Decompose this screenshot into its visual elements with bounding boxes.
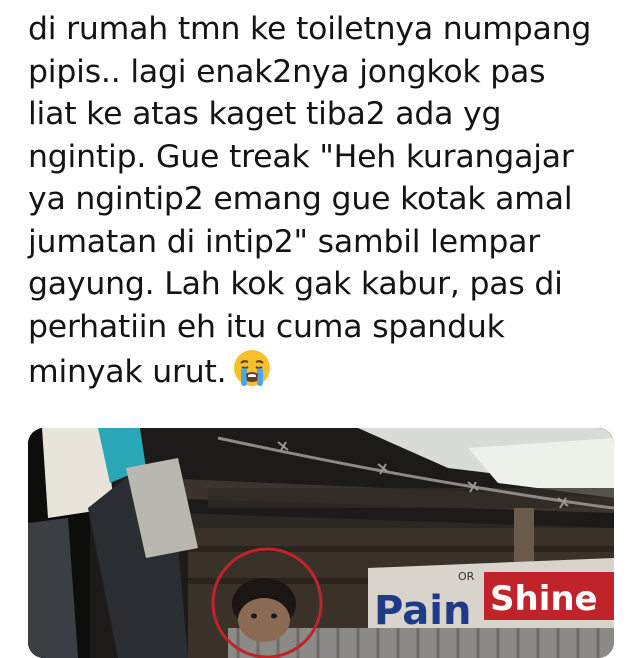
tweet-line: liat ke atas kaget tiba2 ada yg — [28, 96, 502, 132]
banner-text-small: OR — [458, 570, 475, 583]
tweet-line: jumatan di intip2" sambil lempar — [28, 223, 541, 260]
photo-scene: Pain Shine OR — [28, 428, 614, 658]
tweet-line: pipis.. lagi enak2nya jongkok pas — [28, 53, 546, 90]
tweet-last-line: minyak urut. — [28, 348, 628, 394]
tweet-photo[interactable]: Pain Shine OR — [28, 428, 614, 658]
tweet-line: minyak urut. — [28, 354, 227, 390]
tweet-text: di rumah tmn ke toiletnya numpang pipis.… — [28, 8, 628, 394]
tweet-line: ya ngintip2 emang gue kotak amal — [28, 181, 573, 217]
loudly-crying-face-icon — [232, 348, 272, 388]
banner-text-left: Pain — [374, 588, 471, 634]
tweet-line: perhatiin eh itu cuma spanduk — [28, 308, 505, 345]
tweet-line: gayung. Lah kok gak kabur, pas di — [28, 266, 563, 302]
tweet-line: di rumah tmn ke toiletnya numpang — [28, 11, 592, 47]
tweet-line: ngintip. Gue treak "Heh kurangajar — [28, 138, 574, 175]
banner-text-right: Shine — [490, 579, 598, 619]
